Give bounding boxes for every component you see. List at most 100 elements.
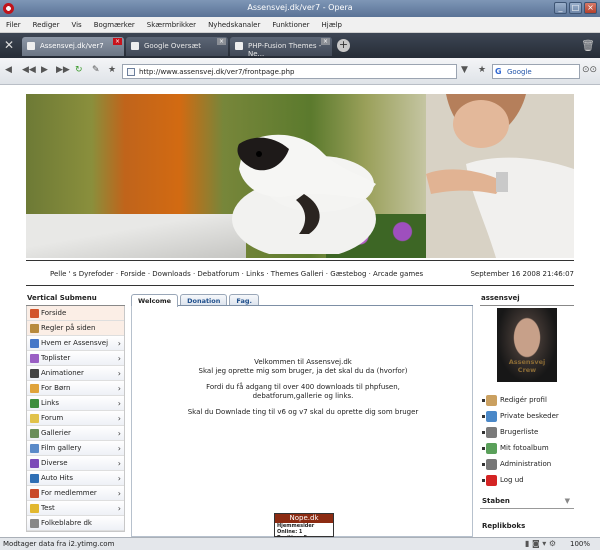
back-icon[interactable]: ◀ (5, 65, 12, 75)
tab-donation[interactable]: Donation (180, 294, 228, 305)
address-input[interactable]: http://www.assensvej.dk/ver7/frontpage.p… (122, 64, 457, 79)
welcome-line: debatforum,gallerie og links. (252, 392, 354, 400)
submenu-item-links[interactable]: Links › (27, 396, 124, 411)
submenu-item-auto-hits[interactable]: Auto Hits › (27, 471, 124, 486)
userlist-icon (486, 427, 497, 438)
submenu-item-film-gallery[interactable]: Film gallery › (27, 441, 124, 456)
trash-icon[interactable]: 🗑 (581, 39, 595, 52)
rewind-icon[interactable]: ◀◀ (22, 65, 36, 75)
fast-forward-icon[interactable]: ▶▶ (56, 65, 70, 75)
user-menu-edit-profile[interactable]: Redigér profil (480, 392, 574, 408)
chevron-right-icon: › (117, 399, 121, 408)
welcome-line: Fordi du få adgang til over 400 download… (206, 383, 400, 391)
submenu-item-diverse[interactable]: Diverse › (27, 456, 124, 471)
submenu-label: Animationer (41, 369, 84, 377)
submenu-item-folkeblabre[interactable]: Folkeblabre dk (27, 516, 124, 531)
welcome-line: Skal jeg oprette mig som bruger, ja det … (198, 367, 408, 375)
edit-icon[interactable]: ✎ (92, 65, 100, 75)
messages-icon (486, 411, 497, 422)
chevron-right-icon: › (117, 429, 121, 438)
panel-title: Staben (482, 497, 510, 505)
submenu-label: Forum (41, 414, 64, 422)
tools-icon[interactable]: ✕ (4, 38, 14, 52)
dropdown-arrow-icon[interactable]: ▼ (461, 65, 468, 75)
submenu-item-for-medlemmer[interactable]: For medlemmer › (27, 486, 124, 501)
status-icons[interactable]: ▮ ◙ ▾ ⚙ (525, 539, 556, 548)
speed-dial-star-icon[interactable]: ★ (478, 65, 486, 75)
user-menu-userlist[interactable]: Brugerliste (480, 424, 574, 440)
menu-help[interactable]: Hjælp (322, 21, 342, 29)
submenu-label: Test (41, 504, 55, 512)
collapse-arrow-icon[interactable]: ▼ (565, 497, 570, 505)
minimize-button[interactable]: _ (554, 2, 567, 14)
submenu-item-for-born[interactable]: For Børn › (27, 381, 124, 396)
list-icon (30, 354, 39, 363)
new-tab-button[interactable]: + (337, 39, 350, 52)
maximize-button[interactable]: □ (569, 2, 582, 14)
tab-close-icon[interactable]: × (321, 38, 330, 45)
stats-title: Nope.dk (275, 514, 333, 523)
chevron-right-icon: › (117, 354, 121, 363)
welcome-heading: Velkommen til Assensvej.dk (254, 358, 352, 366)
submenu-item-gallerier[interactable]: Gallerier › (27, 426, 124, 441)
binoculars-icon[interactable]: ⊙⊙ (582, 65, 597, 75)
tab-google-oversaet[interactable]: Google Oversæt × (126, 37, 228, 56)
menu-edit[interactable]: Rediger (33, 21, 60, 29)
chevron-right-icon: › (117, 414, 121, 423)
close-button[interactable]: × (584, 2, 597, 14)
menu-view[interactable]: Vis (71, 21, 81, 29)
chevron-right-icon: › (117, 504, 121, 513)
search-engine-label: Google (507, 68, 532, 76)
user-menu-private-messages[interactable]: Private beskeder (480, 408, 574, 424)
menu-tools[interactable]: Funktioner (272, 21, 309, 29)
logout-icon (486, 475, 497, 486)
forward-icon[interactable]: ▶ (41, 65, 48, 75)
window-title: Assensvej.dk/ver7 - Opera (247, 3, 353, 12)
submenu-label: Folkeblabre dk (41, 519, 92, 527)
tab-fag[interactable]: Fag. (229, 294, 259, 305)
user-menu-administration[interactable]: Administration (480, 456, 574, 472)
bullet-icon (482, 479, 485, 482)
zoom-level[interactable]: 100% (570, 540, 590, 548)
tab-php-fusion-themes[interactable]: PHP-Fusion Themes - Ne... × (230, 37, 332, 58)
submenu-item-animationer[interactable]: Animationer › (27, 366, 124, 381)
edit-profile-icon (486, 395, 497, 406)
page-icon (127, 68, 135, 76)
menu-file[interactable]: Filer (6, 21, 21, 29)
submenu-item-forside[interactable]: Forside (27, 306, 124, 321)
warning-icon (30, 504, 39, 513)
user-menu-logout[interactable]: Log ud (480, 472, 574, 488)
menu-widgets[interactable]: Skærmbrikker (147, 21, 196, 29)
tab-close-icon[interactable]: × (217, 38, 226, 45)
tab-label: Google Oversæt (144, 42, 202, 50)
submenu-label: Gallerier (41, 429, 71, 437)
submenu-item-toplister[interactable]: Toplister › (27, 351, 124, 366)
site-nav-links[interactable]: Pelle ' s Dyrefoder · Forside · Download… (50, 270, 423, 278)
bullet-icon (482, 447, 485, 450)
menu-bookmarks[interactable]: Bogmærker (94, 21, 135, 29)
glasses-icon (30, 369, 39, 378)
bullet-icon (482, 415, 485, 418)
avatar-caption: Assensvej Crew (508, 358, 546, 374)
submenu-item-regler[interactable]: Regler på siden (27, 321, 124, 336)
status-bar: Modtager data fra i2.ytimg.com ▮ ◙ ▾ ⚙ 1… (0, 537, 600, 550)
reload-icon[interactable]: ↻ (75, 65, 83, 75)
user-menu-photo-album[interactable]: Mit fotoalbum (480, 440, 574, 456)
search-input[interactable]: G Google (492, 64, 580, 79)
tab-assensvej[interactable]: Assensvej.dk/ver7 × (22, 37, 124, 56)
tab-label: Assensvej.dk/ver7 (40, 42, 104, 50)
nope-stats-widget[interactable]: Nope.dk Hjemmesider Online: 1 Position: … (274, 513, 334, 541)
tab-close-icon[interactable]: × (113, 38, 122, 45)
menu-feeds[interactable]: Nyhedskanaler (208, 21, 260, 29)
gallery-icon (30, 429, 39, 438)
submenu-label: For Børn (41, 384, 71, 392)
submenu-item-forum[interactable]: Forum › (27, 411, 124, 426)
misc-icon (30, 519, 39, 528)
panel-staben[interactable]: Staben ▼ (480, 494, 574, 509)
submenu-item-test[interactable]: Test › (27, 501, 124, 516)
bookmark-star-icon[interactable]: ★ (108, 65, 116, 75)
admin-icon (486, 459, 497, 470)
link-icon (30, 399, 39, 408)
submenu-item-hvem-er-assensvej[interactable]: Hvem er Assensvej › (27, 336, 124, 351)
address-text: http://www.assensvej.dk/ver7/frontpage.p… (139, 68, 295, 76)
